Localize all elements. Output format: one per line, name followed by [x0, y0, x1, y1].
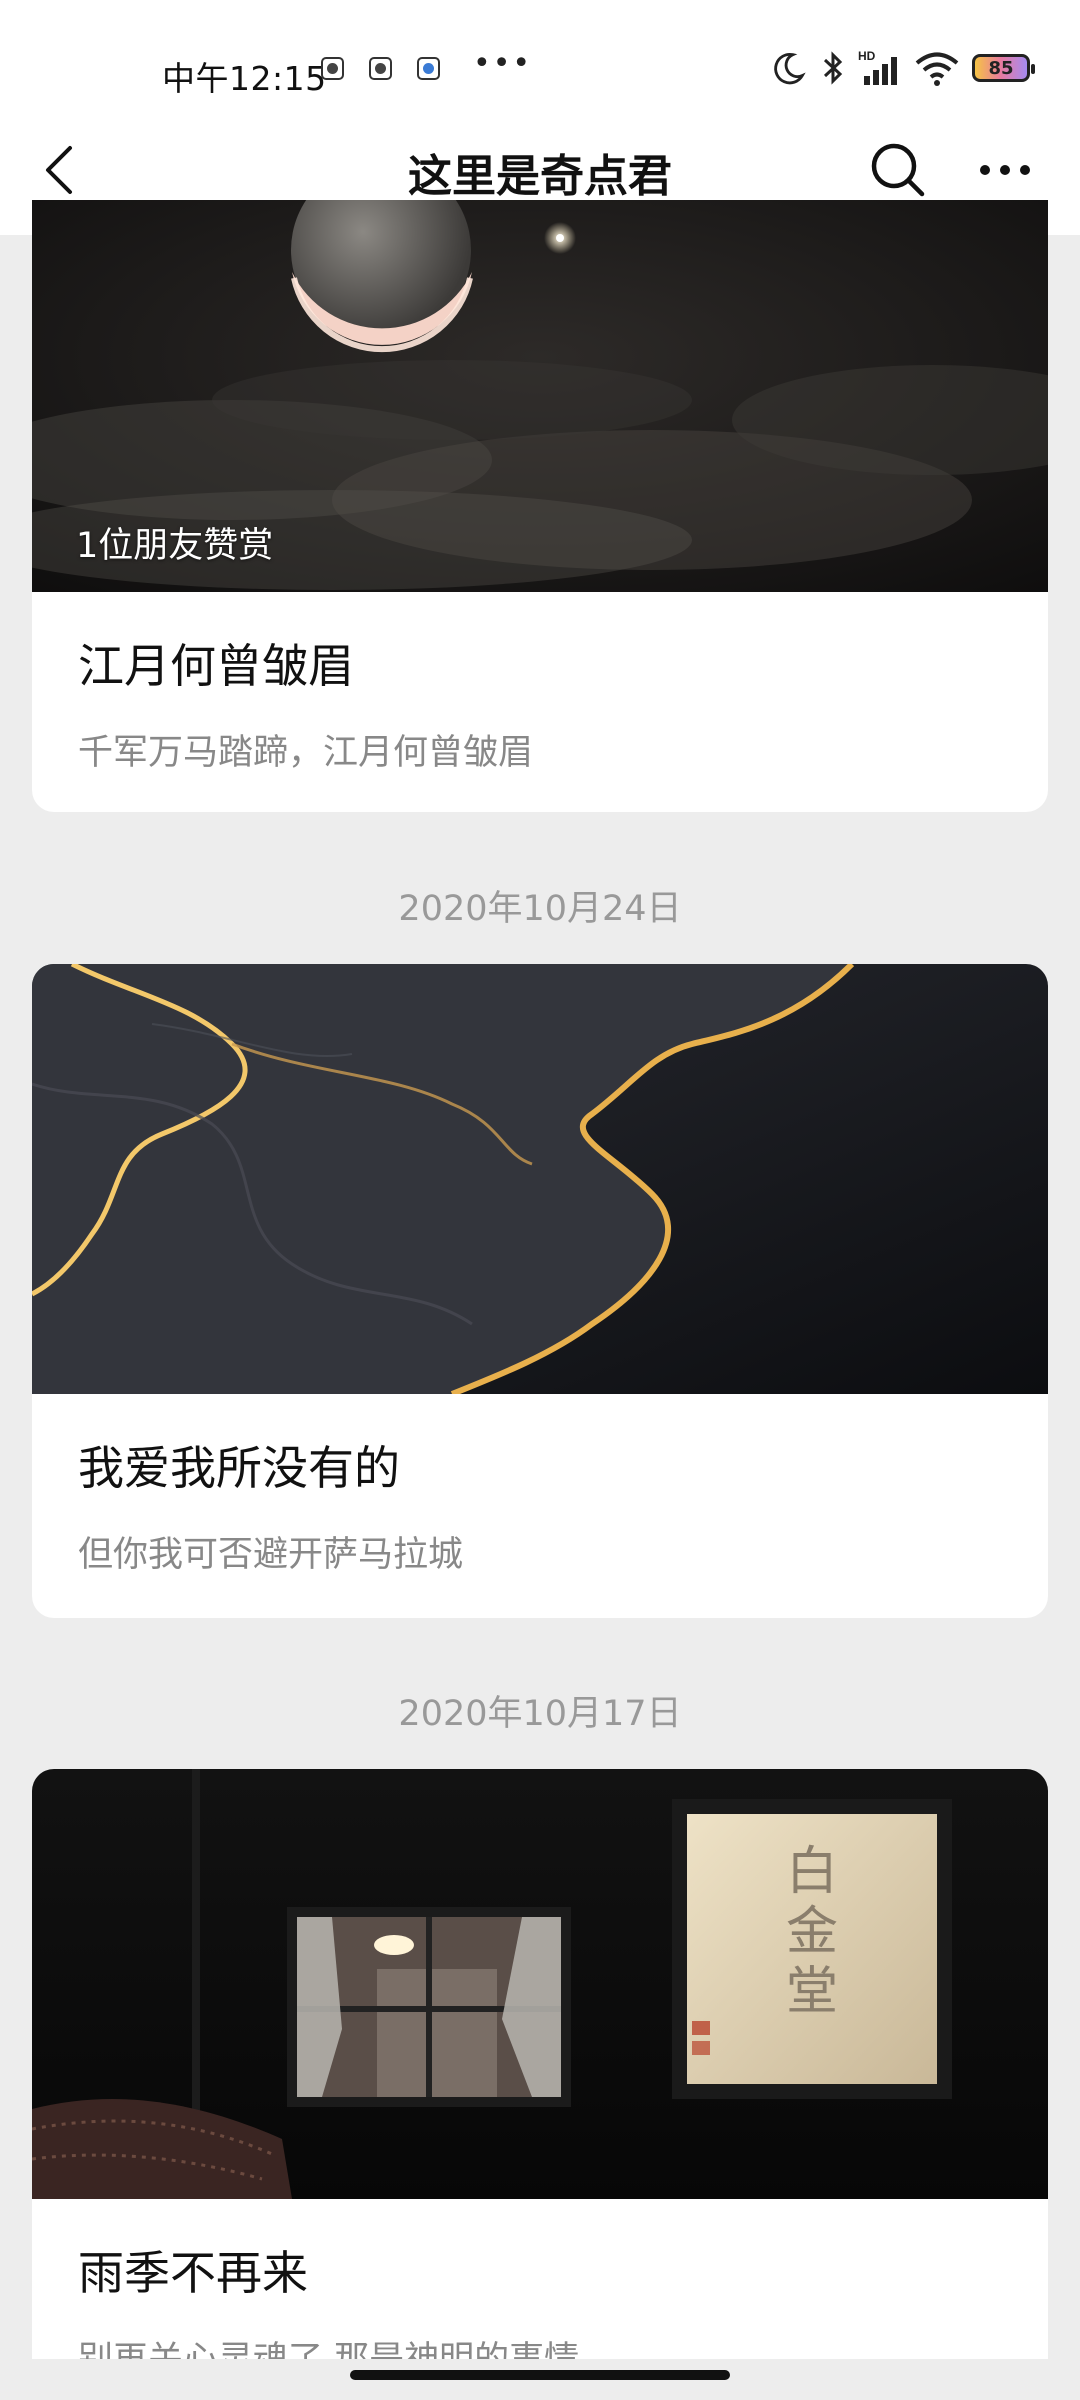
status-time: 中午12:15 — [162, 59, 327, 98]
app-notification-icon — [417, 57, 440, 80]
post-date: 2020年10月24日 — [398, 889, 682, 929]
post-description: 别再关心灵魂了 那是神明的事情 — [78, 2331, 1002, 2359]
reward-count: 1位朋友赞赏 — [76, 526, 274, 566]
bluetooth-icon — [823, 51, 843, 85]
wifi-icon — [915, 52, 959, 86]
search-icon[interactable] — [866, 138, 930, 202]
post-cover-image — [32, 964, 1048, 1394]
post-title: 雨季不再来 — [78, 2246, 308, 2300]
post-description: 千军万马踏蹄，江月何曾皱眉 — [78, 733, 534, 773]
battery-indicator: 85 — [972, 54, 1035, 82]
post-title: 我爱我所没有的 — [78, 1441, 400, 1495]
svg-text:白: 白 — [786, 1842, 838, 1902]
post-cover-image: 1位朋友赞赏 — [32, 200, 1048, 592]
svg-text:金: 金 — [786, 1902, 838, 1962]
post-card[interactable]: 1位朋友赞赏 江月何曾皱眉 千军万马踏蹄，江月何曾皱眉 — [32, 200, 1048, 812]
dark-room-window-image: 白 金 堂 — [32, 1769, 1048, 2199]
more-options-icon[interactable] — [970, 138, 1040, 202]
home-indicator[interactable] — [350, 2370, 730, 2380]
post-cover-image: 白 金 堂 — [32, 1769, 1048, 2199]
moon-icon — [774, 52, 806, 85]
post-title: 江月何曾皱眉 — [78, 639, 354, 693]
post-date: 2020年10月17日 — [398, 1694, 682, 1734]
more-notifications-icon: ••• — [473, 46, 533, 81]
post-card[interactable]: 我爱我所没有的 但你我可否避开萨马拉城 — [32, 964, 1048, 1618]
post-card[interactable]: 白 金 堂 雨季不再来 别再关心灵魂了 那是神明的事情 — [32, 1769, 1048, 2359]
signal-icon: HD — [858, 49, 897, 85]
svg-text:HD: HD — [858, 49, 876, 63]
app-notification-icon — [321, 57, 344, 80]
svg-text:堂: 堂 — [786, 1962, 838, 2022]
ocean-waves-image — [32, 964, 1048, 1394]
app-notification-icon — [369, 57, 392, 80]
post-description: 但你我可否避开萨马拉城 — [78, 1535, 464, 1575]
